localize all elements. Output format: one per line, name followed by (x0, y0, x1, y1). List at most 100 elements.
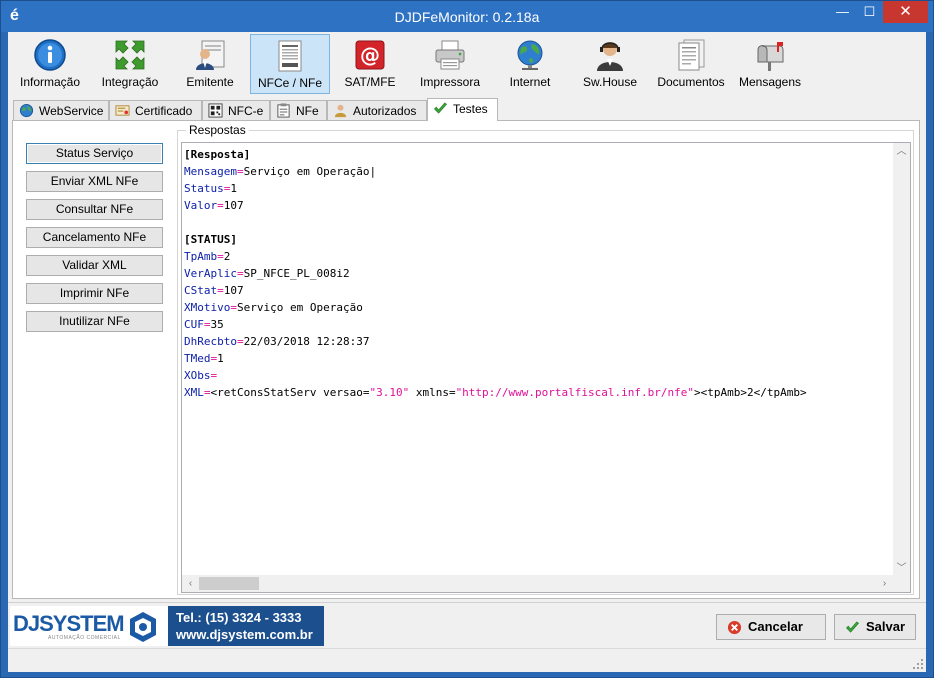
memo-value: Serviço em Operação (236, 301, 363, 314)
memo-value: 107 (223, 284, 244, 297)
save-button[interactable]: Salvar (834, 614, 916, 640)
toolbar-nfce-nfe-label: NFCe / NFe (257, 76, 322, 90)
memo-line: [Resposta] (184, 146, 896, 163)
maximize-button[interactable]: ☐ (856, 1, 883, 23)
memo-equals: = (236, 335, 244, 348)
memo-equals: = (217, 199, 224, 212)
memo-line: CStat=107 (184, 282, 896, 299)
memo-key: Mensagem (184, 165, 237, 178)
logo-mark-icon (130, 612, 156, 642)
memo-key: CStat (184, 284, 218, 297)
at-icon: @ (355, 40, 385, 70)
person-icon (196, 40, 225, 70)
memo-line: Status=1 (184, 180, 896, 197)
status-servico-button[interactable]: Status Serviço (26, 143, 163, 164)
memo-equals: = (217, 250, 224, 263)
horizontal-scroll-thumb[interactable] (199, 577, 259, 590)
toolbar-mensagens[interactable]: Mensagens (734, 34, 806, 94)
memo-key: DhRecbto (184, 335, 237, 348)
tab-certificado[interactable]: Certificado (109, 100, 202, 120)
info-icon (34, 39, 66, 71)
website-link[interactable]: www.djsystem.com.br (176, 627, 313, 642)
memo-line: VerAplic=SP_NFCE_PL_008i2 (184, 265, 896, 282)
resize-grip-icon[interactable] (913, 659, 923, 669)
memo-key: Valor (184, 199, 218, 212)
memo-equals: = (203, 318, 211, 331)
logo-subtitle: AUTOMAÇÃO COMERCIAL (48, 635, 121, 641)
user-icon (334, 104, 347, 118)
memo-line: DhRecbto=22/03/2018 12:28:37 (184, 333, 896, 350)
respostas-memo[interactable]: [Resposta] Mensagem=Serviço em Operação| S… (181, 142, 911, 593)
checkmark-icon (434, 102, 448, 114)
mailbox-icon (757, 42, 784, 71)
memo-key: XML (184, 386, 204, 399)
vertical-scrollbar[interactable]: ︿ ﹀ (893, 143, 910, 577)
memo-line: TMed=1 (184, 350, 896, 367)
window-title: DJDFeMonitor: 0.2.18a (394, 9, 540, 25)
printer-icon (435, 40, 465, 70)
toolbar-sat-mfe[interactable]: @ SAT/MFE (332, 34, 408, 94)
memo-key: VerAplic (184, 267, 237, 280)
tab-nfc-e[interactable]: NFC-e (202, 100, 270, 120)
inutilizar-nfe-button[interactable]: Inutilizar NFe (26, 311, 163, 332)
memo-xml-value: <retConsStatServ versao="3.10" xmlns="ht… (210, 386, 807, 399)
toolbar-documentos[interactable]: Documentos (652, 34, 730, 94)
toolbar-integracao[interactable]: Integração (92, 34, 168, 94)
memo-value: SP_NFCE_PL_008i2 (243, 267, 350, 280)
cancelamento-nfe-button[interactable]: Cancelamento NFe (26, 227, 163, 248)
memo-key: TpAmb (184, 250, 218, 263)
memo-key: XMotivo (184, 301, 231, 314)
validar-xml-button[interactable]: Validar XML (26, 255, 163, 276)
tab-testes[interactable]: Testes (427, 98, 498, 121)
cancel-button[interactable]: Cancelar (716, 614, 826, 640)
minimize-button[interactable]: — (829, 1, 856, 23)
toolbar-sw-house[interactable]: Sw.House (572, 34, 648, 94)
logo-brand: DJSYSTEM (13, 611, 125, 636)
headset-icon (597, 42, 623, 71)
cancel-label: Cancelar (748, 619, 803, 634)
respostas-text[interactable]: [Resposta] Mensagem=Serviço em Operação| S… (184, 146, 896, 576)
toolbar-emitente-label: Emitente (186, 75, 234, 89)
toolbar-emitente[interactable]: Emitente (172, 34, 248, 94)
tab-certificado-label: Certificado (135, 104, 193, 118)
memo-line: [STATUS] (184, 231, 896, 248)
consultar-nfe-button[interactable]: Consultar NFe (26, 199, 163, 220)
title-bar[interactable]: é DJDFeMonitor: 0.2.18a — ☐ ✕ (1, 1, 933, 32)
contact-box: Tel.: (15) 3324 - 3333 www.djsystem.com.… (168, 606, 324, 646)
arrows-icon (115, 40, 145, 70)
memo-key: XObs (184, 369, 211, 382)
memo-equals: = (203, 386, 211, 399)
respostas-title: Respostas (186, 123, 249, 137)
memo-key: Status (184, 182, 224, 195)
qrcode-icon (208, 103, 223, 118)
tab-webservice[interactable]: WebService (13, 100, 109, 120)
scroll-right-icon[interactable]: › (876, 575, 893, 592)
djsystem-logo: DJSYSTEM AUTOMAÇÃO COMERCIAL (10, 606, 168, 646)
toolbar-nfce-nfe[interactable]: NFCe / NFe (250, 34, 330, 94)
scroll-up-icon[interactable]: ︿ (893, 143, 910, 160)
memo-value: 1 (217, 352, 224, 365)
save-label: Salvar (866, 619, 906, 634)
main-window: é DJDFeMonitor: 0.2.18a — ☐ ✕ Informação… (0, 0, 934, 678)
toolbar-sw-house-label: Sw.House (582, 75, 638, 89)
toolbar-internet-label: Internet (509, 75, 551, 89)
tab-nfe[interactable]: NFe (270, 100, 327, 120)
horizontal-scrollbar[interactable]: ‹ › (182, 575, 893, 592)
toolbar-impressora[interactable]: Impressora (410, 34, 490, 94)
toolbar-informacao[interactable]: Informação (12, 34, 88, 94)
tab-testes-label: Testes (453, 102, 488, 116)
toolbar-impressora-label: Impressora (419, 75, 481, 89)
imprimir-nfe-button[interactable]: Imprimir NFe (26, 283, 163, 304)
memo-equals: = (210, 369, 218, 382)
client-area: Informação Integração Emitente NFCe / NF… (8, 32, 926, 672)
main-toolbar: Informação Integração Emitente NFCe / NF… (8, 32, 926, 96)
close-button[interactable]: ✕ (883, 1, 928, 23)
tab-autorizados[interactable]: Autorizados (327, 100, 427, 120)
memo-key: CUF (184, 318, 204, 331)
scroll-left-icon[interactable]: ‹ (182, 575, 199, 592)
toolbar-internet[interactable]: Internet (492, 34, 568, 94)
memo-equals: = (217, 284, 224, 297)
memo-key: TMed (184, 352, 211, 365)
enviar-xml-button[interactable]: Enviar XML NFe (26, 171, 163, 192)
memo-line: XObs= (184, 367, 896, 384)
